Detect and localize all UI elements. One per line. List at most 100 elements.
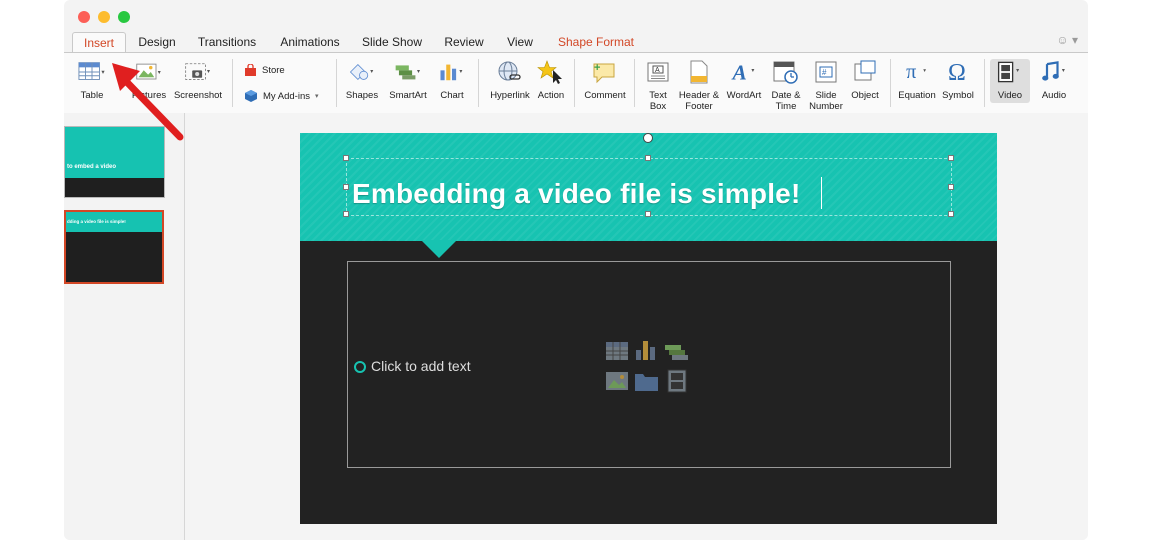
video-button[interactable]: ▾ Video xyxy=(990,59,1030,103)
resize-handle[interactable] xyxy=(948,184,954,190)
chart-button[interactable]: ▾ Chart xyxy=(434,59,470,101)
zoom-window-button[interactable] xyxy=(118,11,130,23)
symbol-button[interactable]: Ω Symbol xyxy=(940,59,976,101)
minimize-window-button[interactable] xyxy=(98,11,110,23)
text-box-label-1: Text xyxy=(649,90,667,101)
store-button[interactable]: Store xyxy=(244,64,285,77)
object-label: Object xyxy=(851,90,879,101)
video-label: Video xyxy=(997,90,1023,101)
thumbnail-header xyxy=(65,127,164,178)
resize-handle[interactable] xyxy=(343,184,349,190)
slide-number-label-1: Slide xyxy=(815,90,837,101)
ribbon-separator xyxy=(574,59,575,107)
my-addins-button[interactable]: My Add-ins ▾ xyxy=(244,89,319,103)
resize-handle[interactable] xyxy=(343,211,349,217)
text-cursor xyxy=(821,177,822,209)
insert-table-icon[interactable] xyxy=(606,342,628,360)
svg-text:A: A xyxy=(655,67,660,74)
header-footer-icon xyxy=(685,59,713,85)
smartart-button[interactable]: ▾ SmartArt xyxy=(386,59,430,101)
svg-text:π: π xyxy=(906,61,916,83)
insert-video-icon[interactable] xyxy=(667,369,687,393)
chart-icon: ▾ xyxy=(438,59,466,85)
screenshot-button[interactable]: ▾ Screenshot xyxy=(172,59,224,101)
action-icon xyxy=(537,59,565,85)
smartart-label: SmartArt xyxy=(389,90,427,101)
insert-online-picture-folder-icon[interactable] xyxy=(635,374,658,391)
slide-thumbnail-1[interactable]: to embed a video xyxy=(64,126,165,198)
shapes-icon: ▾ xyxy=(348,59,376,85)
chart-label: Chart xyxy=(440,90,464,101)
insert-picture-icon[interactable] xyxy=(606,372,628,390)
tab-review[interactable]: Review xyxy=(440,32,488,53)
table-label: Table xyxy=(80,90,104,101)
ribbon-separator xyxy=(634,59,635,107)
header-footer-label-2: Footer xyxy=(685,101,713,112)
slide-editing-canvas: Embedding a video file is simple! Click … xyxy=(185,113,1088,540)
text-box-icon: A xyxy=(644,59,672,85)
feedback-smiley-icon[interactable]: ☺ ▾ xyxy=(1056,33,1078,47)
tab-slide-show[interactable]: Slide Show xyxy=(358,32,426,53)
powerpoint-window: ☺ ▾ Insert Design Transitions Animations… xyxy=(64,0,1088,540)
tab-design[interactable]: Design xyxy=(132,32,182,53)
action-label: Action xyxy=(537,90,565,101)
action-button[interactable]: Action xyxy=(534,59,568,101)
rotate-handle-icon[interactable] xyxy=(643,133,653,143)
comment-icon: + xyxy=(591,59,619,85)
object-button[interactable]: Object xyxy=(846,59,884,101)
equation-label: Equation xyxy=(898,90,936,101)
text-box-button[interactable]: A Text Box xyxy=(642,59,674,112)
comment-button[interactable]: + Comment xyxy=(582,59,628,101)
audio-music-note-icon: ▾ xyxy=(1040,59,1068,85)
symbol-label: Symbol xyxy=(942,90,974,101)
close-window-button[interactable] xyxy=(78,11,90,23)
equation-pi-icon: π ▾ xyxy=(903,59,931,85)
ribbon-separator xyxy=(984,59,985,107)
resize-handle[interactable] xyxy=(948,155,954,161)
slide-number-icon: # xyxy=(812,59,840,85)
smartart-icon: ▾ xyxy=(394,59,422,85)
tab-view[interactable]: View xyxy=(502,32,538,53)
text-box-label-2: Box xyxy=(649,101,667,112)
date-time-button[interactable]: Date & Time xyxy=(766,59,806,112)
resize-handle[interactable] xyxy=(645,211,651,217)
pictures-button[interactable]: ▾ Pictures xyxy=(127,59,171,101)
slide-thumbnail-2-selected[interactable]: dding a video file is simple! xyxy=(64,210,164,284)
content-placeholder[interactable]: Click to add text xyxy=(347,261,951,468)
equation-button[interactable]: π ▾ Equation xyxy=(894,59,940,101)
resize-handle[interactable] xyxy=(948,211,954,217)
my-addins-label: My Add-ins xyxy=(263,90,310,102)
insert-smartart-icon[interactable] xyxy=(665,345,688,360)
slide-title[interactable]: Embedding a video file is simple! xyxy=(352,178,800,210)
resize-handle[interactable] xyxy=(343,155,349,161)
tab-animations[interactable]: Animations xyxy=(275,32,345,53)
ribbon-separator xyxy=(478,59,479,107)
audio-button[interactable]: ▾ Audio xyxy=(1034,59,1074,101)
tab-shape-format[interactable]: Shape Format xyxy=(548,32,644,57)
resize-handle[interactable] xyxy=(645,155,651,161)
wordart-button[interactable]: A ▾ WordArt xyxy=(724,59,764,101)
tab-insert[interactable]: Insert xyxy=(72,32,126,54)
svg-text:Ω: Ω xyxy=(948,60,966,85)
thumbnail-1-text: to embed a video xyxy=(67,164,117,170)
shapes-button[interactable]: ▾ Shapes xyxy=(342,59,382,101)
header-footer-button[interactable]: Header & Footer xyxy=(676,59,722,112)
svg-text:▾: ▾ xyxy=(207,69,210,75)
insert-chart-icon[interactable] xyxy=(636,341,655,360)
body-placeholder-text[interactable]: Click to add text xyxy=(371,358,471,374)
screenshot-icon: ▾ xyxy=(184,59,212,85)
table-button[interactable]: ▾ Table xyxy=(72,59,112,101)
svg-text:▾: ▾ xyxy=(158,69,161,76)
store-icon xyxy=(245,64,256,76)
svg-text:A: A xyxy=(730,60,746,84)
shapes-label: Shapes xyxy=(345,90,379,101)
svg-text:▾: ▾ xyxy=(751,68,754,74)
tab-transitions[interactable]: Transitions xyxy=(192,32,262,53)
hyperlink-icon xyxy=(496,59,524,85)
banner-pointer xyxy=(421,240,457,258)
slide-number-button[interactable]: # Slide Number xyxy=(806,59,846,112)
svg-text:▾: ▾ xyxy=(1062,67,1065,74)
audio-label: Audio xyxy=(1041,90,1067,101)
wordart-icon: A ▾ xyxy=(730,59,758,85)
hyperlink-button[interactable]: Hyperlink xyxy=(486,59,534,101)
